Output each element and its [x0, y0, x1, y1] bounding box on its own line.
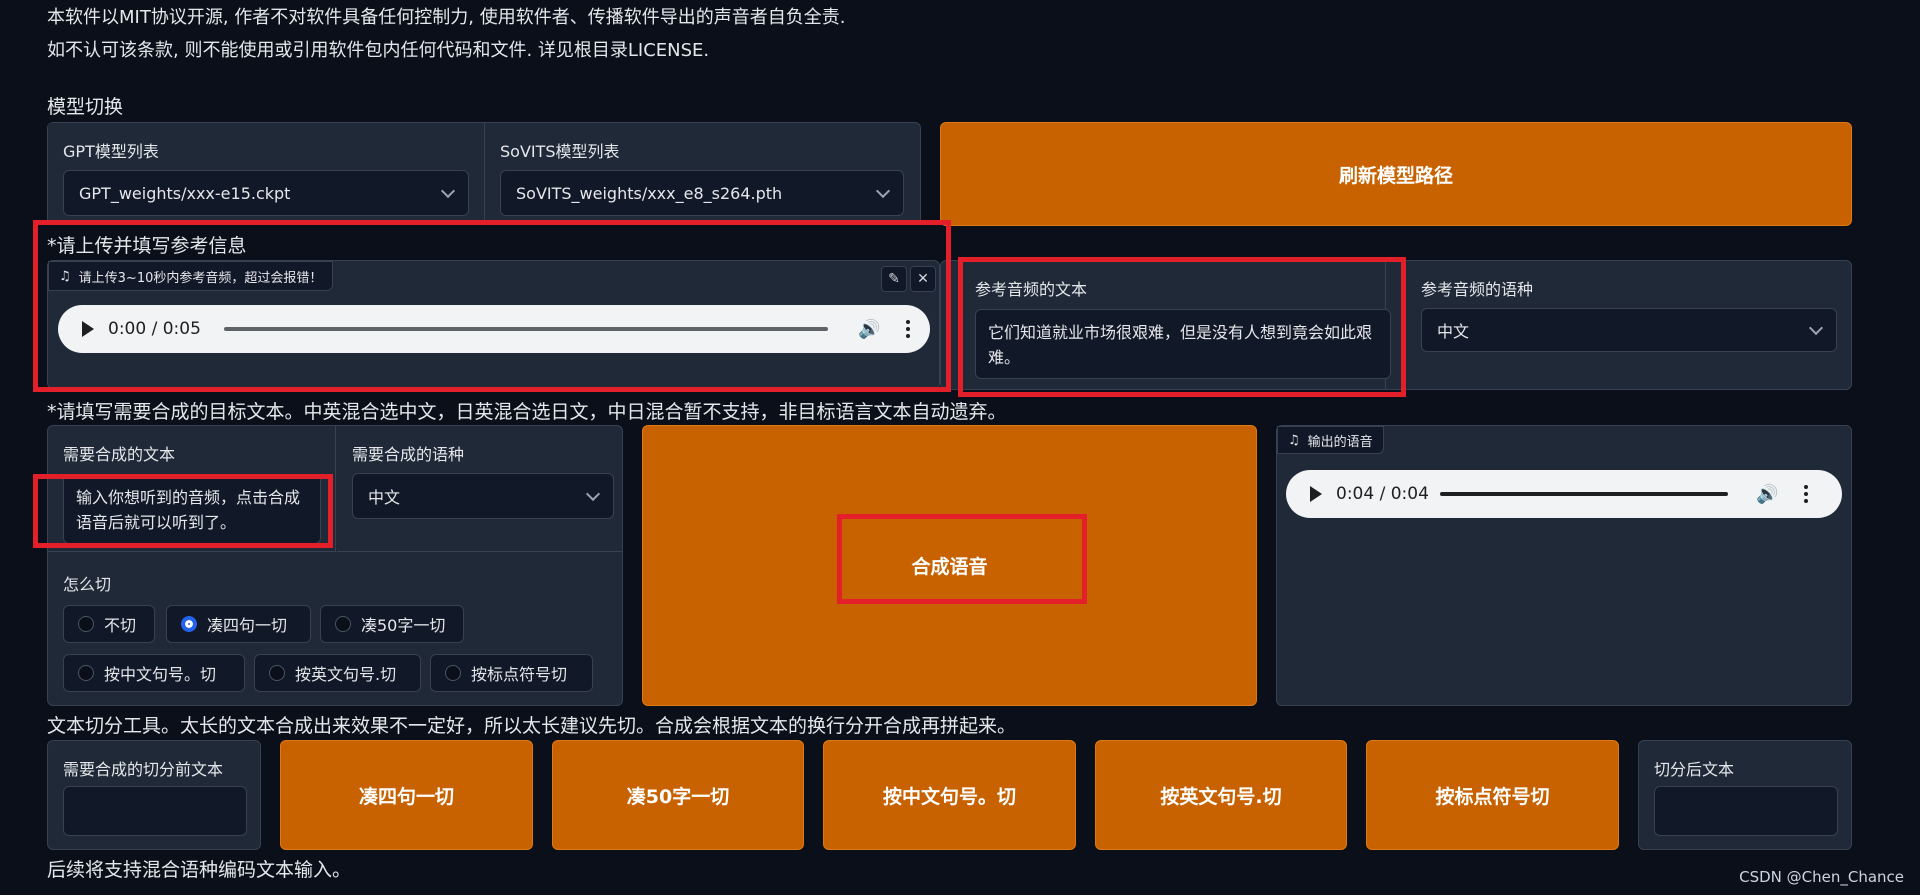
volume-icon[interactable]: 🔊 — [858, 319, 880, 340]
play-icon[interactable] — [1310, 486, 1322, 502]
cut-option-label: 按标点符号切 — [471, 665, 568, 684]
more-options-icon[interactable] — [1804, 485, 1809, 503]
reference-heading: *请上传并填写参考信息 — [47, 235, 247, 257]
gpt-model-value: GPT_weights/xxx-e15.ckpt — [79, 183, 291, 203]
radio-dot — [445, 665, 461, 681]
reference-text-group: 参考音频的文本 它们知道就业市场很艰难，但是没有人想到竟会如此艰难。 — [941, 261, 1391, 389]
target-text-label: 需要合成的文本 — [63, 445, 176, 464]
radio-dot — [269, 665, 285, 681]
gpt-model-dropdown[interactable]: GPT_weights/xxx-e15.ckpt — [63, 170, 469, 216]
refresh-models-button[interactable]: 刷新模型路径 — [940, 122, 1852, 226]
synthesize-button[interactable]: 合成语音 — [642, 425, 1257, 706]
reference-lang-value: 中文 — [1437, 322, 1470, 341]
split-fifty-chars-button[interactable]: 凑50字一切 — [552, 740, 804, 850]
reference-audio-time: 0:00 / 0:05 — [108, 319, 201, 339]
cut-option-label: 不切 — [104, 616, 137, 635]
more-options-icon[interactable] — [906, 320, 911, 338]
reference-audio-player[interactable]: 0:00 / 0:05 🔊 — [58, 305, 930, 353]
cut-option-punctuation[interactable]: 按标点符号切 — [430, 654, 593, 692]
target-heading: *请填写需要合成的目标文本。中英混合选中文，日英混合选日文，中日混合暂不支持，非… — [47, 401, 1007, 423]
reference-audio-progress-track[interactable] — [224, 327, 828, 331]
output-audio-badge-text: 输出的语音 — [1307, 434, 1373, 450]
reference-audio-badge: ♫ 请上传3~10秒内参考音频，超过会报错！ — [48, 261, 334, 291]
output-audio-time: 0:04 / 0:04 — [1336, 484, 1429, 504]
model-select-panel: GPT模型列表 GPT_weights/xxx-e15.ckpt SoVITS模… — [47, 122, 921, 225]
watermark: CSDN @Chen_Chance — [1739, 868, 1904, 886]
chevron-down-icon — [1808, 320, 1824, 335]
target-lang-label: 需要合成的语种 — [352, 445, 465, 464]
music-note-icon: ♫ — [59, 268, 71, 284]
cut-option-label: 凑四句一切 — [207, 616, 288, 635]
split-output-label: 切分后文本 — [1654, 760, 1735, 779]
reference-info-panel: 参考音频的文本 它们知道就业市场很艰难，但是没有人想到竟会如此艰难。 参考音频的… — [940, 260, 1852, 390]
cut-method-label: 怎么切 — [63, 575, 112, 594]
gpt-model-label: GPT模型列表 — [63, 142, 159, 161]
edit-icon[interactable]: ✎ — [881, 266, 907, 292]
volume-icon[interactable]: 🔊 — [1756, 484, 1778, 505]
reference-text-label: 参考音频的文本 — [975, 280, 1088, 299]
output-audio-panel: ♫ 输出的语音 0:04 / 0:04 🔊 — [1276, 425, 1852, 706]
split-four-sentences-button[interactable]: 凑四句一切 — [280, 740, 533, 850]
output-audio-badge: ♫ 输出的语音 — [1277, 426, 1384, 454]
license-notice-line1: 本软件以MIT协议开源, 作者不对软件具备任何控制力, 使用软件者、传播软件导出… — [47, 7, 846, 28]
split-punctuation-button[interactable]: 按标点符号切 — [1366, 740, 1619, 850]
split-output-textarea[interactable] — [1654, 786, 1838, 836]
close-icon[interactable]: ✕ — [910, 266, 936, 292]
sovits-model-label: SoVITS模型列表 — [500, 142, 620, 161]
reference-lang-group: 参考音频的语种 中文 — [1387, 261, 1851, 389]
reference-audio-panel: ♫ 请上传3~10秒内参考音频，超过会报错！ ✎ ✕ 0:00 / 0:05 🔊 — [47, 260, 940, 389]
cut-option-label: 凑50字一切 — [361, 616, 446, 635]
radio-dot-selected — [181, 616, 197, 632]
chevron-down-icon — [585, 486, 601, 501]
output-audio-player[interactable]: 0:04 / 0:04 🔊 — [1286, 470, 1842, 518]
model-switch-heading: 模型切换 — [47, 96, 124, 118]
target-input-panel: 需要合成的文本 输入你想听到的音频，点击合成语音后就可以听到了。 需要合成的语种… — [47, 425, 623, 706]
split-input-panel: 需要合成的切分前文本 — [47, 740, 261, 850]
chevron-down-icon — [440, 183, 456, 198]
split-english-period-button[interactable]: 按英文句号.切 — [1095, 740, 1347, 850]
play-icon[interactable] — [82, 321, 94, 337]
reference-text-input[interactable]: 它们知道就业市场很艰难，但是没有人想到竟会如此艰难。 — [975, 309, 1391, 379]
cut-option-fifty-chars[interactable]: 凑50字一切 — [320, 605, 464, 643]
music-note-icon: ♫ — [1288, 432, 1300, 448]
cut-option-four-sentences[interactable]: 凑四句一切 — [166, 605, 311, 643]
reference-lang-dropdown[interactable]: 中文 — [1421, 308, 1837, 352]
split-input-textarea[interactable] — [63, 786, 247, 836]
license-notice-line2: 如不认可该条款, 则不能使用或引用软件包内任何代码和文件. 详见根目录LICEN… — [47, 40, 710, 61]
cut-option-none[interactable]: 不切 — [63, 605, 155, 643]
sovits-model-value: SoVITS_weights/xxx_e8_s264.pth — [516, 183, 783, 203]
target-lang-dropdown[interactable]: 中文 — [352, 473, 614, 519]
gpt-model-group: GPT模型列表 GPT_weights/xxx-e15.ckpt — [48, 123, 485, 224]
cut-option-label: 按英文句号.切 — [295, 665, 397, 684]
output-audio-progress-track[interactable] — [1440, 492, 1728, 496]
target-text-group: 需要合成的文本 输入你想听到的音频，点击合成语音后就可以听到了。 — [48, 426, 336, 552]
cut-option-english-period[interactable]: 按英文句号.切 — [254, 654, 421, 692]
radio-dot — [78, 616, 94, 632]
sovits-model-dropdown[interactable]: SoVITS_weights/xxx_e8_s264.pth — [500, 170, 904, 216]
chevron-down-icon — [875, 183, 891, 198]
split-chinese-period-button[interactable]: 按中文句号。切 — [823, 740, 1076, 850]
radio-dot — [78, 665, 94, 681]
reference-audio-badge-text: 请上传3~10秒内参考音频，超过会报错！ — [78, 270, 323, 286]
target-lang-group: 需要合成的语种 中文 — [337, 426, 623, 552]
target-lang-value: 中文 — [368, 488, 401, 507]
cut-option-label: 按中文句号。切 — [104, 665, 217, 684]
sovits-model-group: SoVITS模型列表 SoVITS_weights/xxx_e8_s264.pt… — [486, 123, 920, 224]
reference-lang-label: 参考音频的语种 — [1421, 280, 1534, 299]
target-text-input[interactable]: 输入你想听到的音频，点击合成语音后就可以听到了。 — [63, 474, 321, 544]
footer-note: 后续将支持混合语种编码文本输入。 — [47, 859, 352, 881]
radio-dot — [335, 616, 351, 632]
split-input-label: 需要合成的切分前文本 — [63, 760, 224, 779]
split-output-panel: 切分后文本 — [1638, 740, 1852, 850]
cut-option-chinese-period[interactable]: 按中文句号。切 — [63, 654, 245, 692]
splitter-heading: 文本切分工具。太长的文本合成出来效果不一定好，所以太长建议先切。合成会根据文本的… — [47, 715, 1017, 737]
